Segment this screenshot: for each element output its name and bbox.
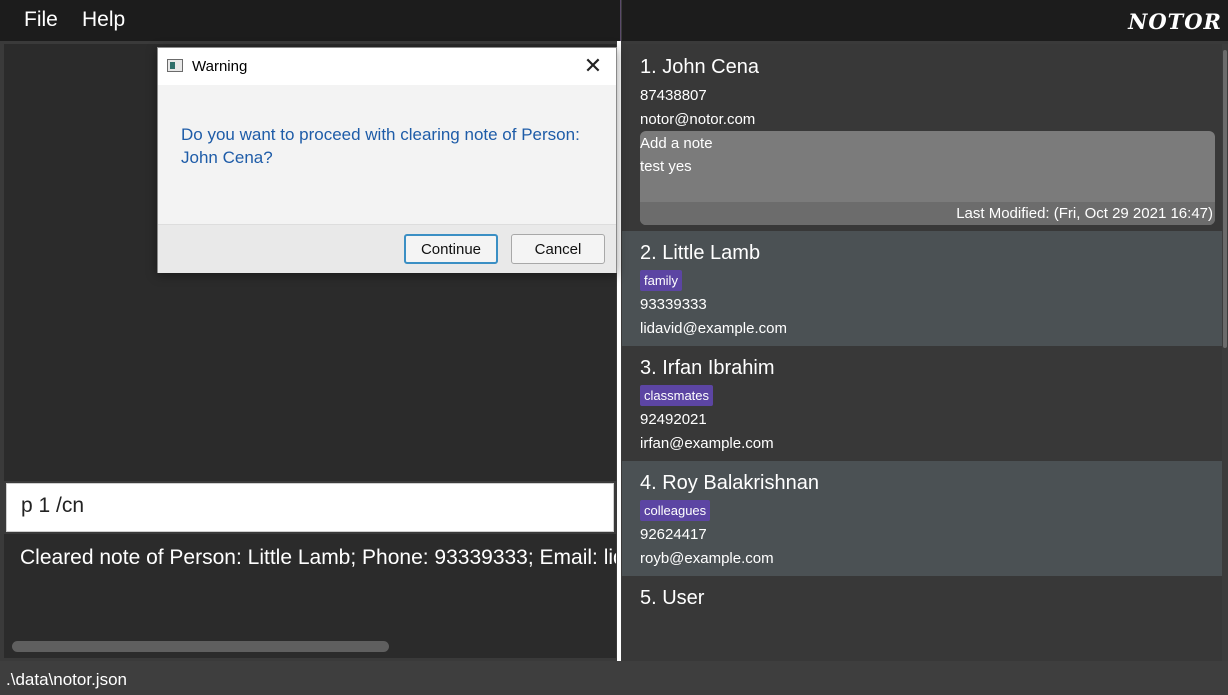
person-phone: 92624417: [640, 526, 707, 543]
menu-bar: File Help: [0, 0, 621, 41]
person-card-4[interactable]: 4. Roy Balakrishnan colleagues 92624417 …: [622, 461, 1222, 576]
person-phone: 92492021: [640, 411, 707, 428]
person-phone: 87438807: [640, 87, 707, 104]
cancel-button[interactable]: Cancel: [511, 234, 605, 264]
dialog-title: Warning: [192, 58, 248, 75]
person-list: 1. John Cena 87438807 notor@notor.com Ad…: [622, 44, 1222, 661]
tag-badge: classmates: [640, 385, 714, 406]
horizontal-scrollbar-thumb[interactable]: [12, 641, 389, 652]
person-email: notor@notor.com: [640, 111, 756, 128]
vertical-scrollbar-thumb[interactable]: [1223, 50, 1227, 348]
result-text: Cleared note of Person: Little Lamb; Pho…: [20, 546, 616, 569]
person-name: 5. User: [640, 587, 705, 609]
dialog-message: Do you want to proceed with clearing not…: [181, 125, 580, 167]
note-line: Add a note: [640, 135, 713, 152]
save-location-path: .\data\notor.json: [6, 670, 127, 689]
person-card-3[interactable]: 3. Irfan Ibrahim classmates 92492021 irf…: [622, 346, 1222, 461]
command-input[interactable]: p 1 /cn: [21, 494, 84, 518]
menu-help[interactable]: Help: [82, 8, 125, 32]
person-card-2[interactable]: 2. Little Lamb family 93339333 lidavid@e…: [622, 231, 1222, 346]
person-name: 2. Little Lamb: [640, 242, 761, 264]
header-right: NOTOR: [622, 0, 1228, 41]
last-modified-label: Last Modified: (Fri, Oct 29 2021 16:47): [956, 205, 1213, 222]
split-pane-divider[interactable]: [617, 41, 621, 661]
close-icon[interactable]: ✕: [578, 52, 608, 80]
dialog-titlebar[interactable]: Warning ✕: [158, 48, 616, 85]
person-email: lidavid@example.com: [640, 320, 787, 337]
app-logo: NOTOR: [1128, 9, 1222, 34]
person-name: 3. Irfan Ibrahim: [640, 357, 775, 379]
person-card-5[interactable]: 5. User: [622, 576, 1222, 661]
person-name: 1. John Cena: [640, 56, 759, 78]
person-email: irfan@example.com: [640, 435, 774, 452]
person-name: 4. Roy Balakrishnan: [640, 472, 819, 494]
continue-button[interactable]: Continue: [404, 234, 498, 264]
note-line: test yes: [640, 158, 692, 175]
note-footer: Last Modified: (Fri, Oct 29 2021 16:47): [640, 202, 1215, 225]
warning-dialog: Warning ✕ Do you want to proceed with cl…: [157, 47, 617, 273]
person-card-1[interactable]: 1. John Cena 87438807 notor@notor.com Ad…: [622, 44, 1222, 231]
note-box[interactable]: Add a note test yes Last Modified: (Fri,…: [640, 131, 1215, 225]
tag-badge: colleagues: [640, 500, 711, 521]
command-box[interactable]: p 1 /cn: [6, 483, 614, 532]
person-phone: 93339333: [640, 296, 707, 313]
window-icon: [167, 59, 183, 72]
tag-badge: family: [640, 270, 682, 291]
status-bar: .\data\notor.json: [0, 661, 1228, 695]
result-display: Cleared note of Person: Little Lamb; Pho…: [4, 534, 616, 658]
menu-file[interactable]: File: [24, 8, 58, 32]
dialog-button-bar: Continue Cancel: [158, 224, 616, 273]
person-email: royb@example.com: [640, 550, 774, 567]
